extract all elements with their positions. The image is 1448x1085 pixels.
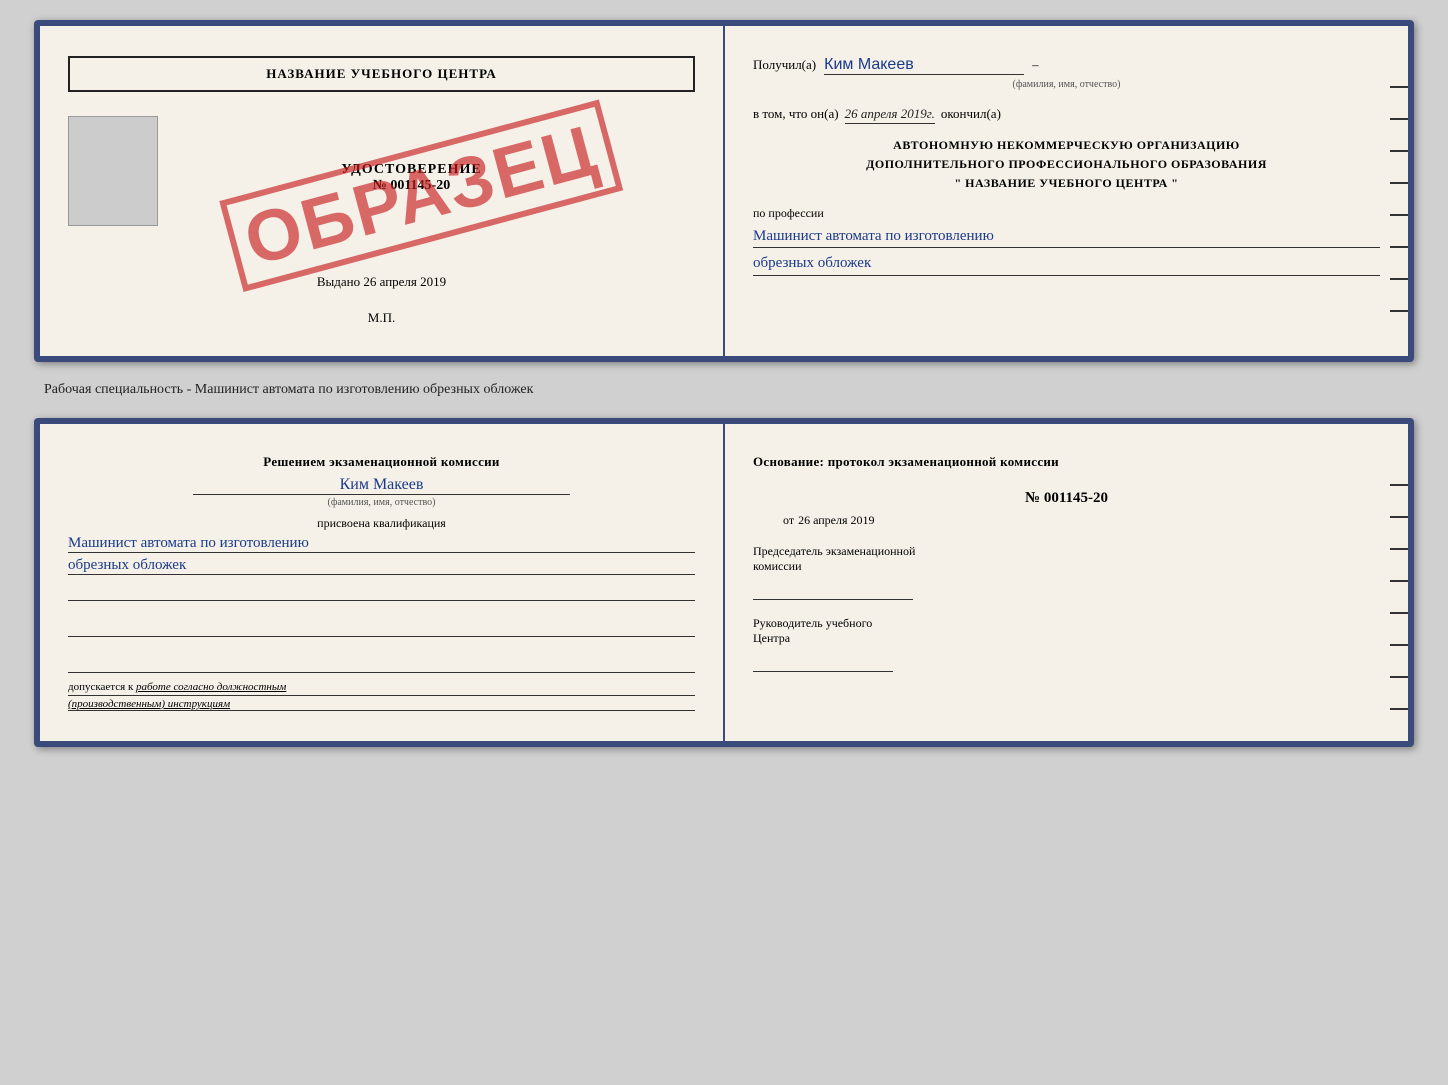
empty-lines	[68, 583, 695, 673]
predsedatel-sign-line	[753, 580, 913, 600]
dopuskaetsya-text: допускается к	[68, 681, 133, 693]
predsedatel-block: Председатель экзаменационной комиссии	[753, 544, 1380, 600]
dash-3	[1390, 150, 1408, 152]
mp-label: М.П.	[368, 310, 395, 325]
empty-line-3	[68, 655, 695, 673]
po-professii-label: по профессии	[753, 206, 1380, 221]
org-line3: " НАЗВАНИЕ УЧЕБНОГО ЦЕНТРА "	[753, 174, 1380, 193]
dash-4	[1390, 182, 1408, 184]
b-dash-7	[1390, 676, 1408, 678]
photo-placeholder	[68, 116, 158, 226]
bottom-spread: Решением экзаменационной комиссии Ким Ма…	[34, 418, 1414, 747]
dash-8	[1390, 310, 1408, 312]
top-left-page: НАЗВАНИЕ УЧЕБНОГО ЦЕНТРА УДОСТОВЕРЕНИЕ №…	[40, 26, 725, 356]
resheniem-block: Решением экзаменационной комиссии	[68, 454, 695, 470]
dash-7	[1390, 278, 1408, 280]
rukovoditel-line2: Центра	[753, 631, 1380, 646]
b-dash-2	[1390, 516, 1408, 518]
b-dash-6	[1390, 644, 1408, 646]
poluchil-label: Получил(а)	[753, 57, 816, 73]
bottom-fio-sub: (фамилия, имя, отчество)	[68, 497, 695, 508]
b-dash-1	[1390, 484, 1408, 486]
profession-line2: обрезных обложек	[753, 252, 1380, 276]
bottom-left-page: Решением экзаменационной комиссии Ким Ма…	[40, 424, 725, 741]
poluchil-name: Ким Макеев	[824, 56, 1024, 75]
org-line2: ДОПОЛНИТЕЛЬНОГО ПРОФЕССИОНАЛЬНОГО ОБРАЗО…	[753, 155, 1380, 174]
rukovoditel-sign-line	[753, 652, 893, 672]
protocol-num: № 001145-20	[753, 490, 1380, 507]
dopuskaetsya-line: допускается к работе согласно должностны…	[68, 681, 695, 696]
resheniem-text: Решением экзаменационной комиссии	[263, 454, 499, 469]
vtom-label: в том, что он(а)	[753, 106, 839, 122]
dash-right: –	[1032, 57, 1039, 73]
rukovoditel-block: Руководитель учебного Центра	[753, 616, 1380, 672]
okonchil-label: окончил(а)	[941, 106, 1001, 122]
bottom-fio-name: Ким Макеев	[193, 476, 569, 495]
ot-date: 26 апреля 2019	[798, 513, 874, 528]
top-right-page: Получил(а) Ким Макеев – (фамилия, имя, о…	[725, 26, 1408, 356]
empty-line-2	[68, 619, 695, 637]
b-dash-5	[1390, 612, 1408, 614]
org-block: АВТОНОМНУЮ НЕКОММЕРЧЕСКУЮ ОРГАНИЗАЦИЮ ДО…	[753, 136, 1380, 194]
udostoverenie-block: УДОСТОВЕРЕНИЕ № 001145-20	[341, 162, 481, 194]
vydano-date: 26 апреля 2019	[363, 274, 446, 289]
school-name-text: НАЗВАНИЕ УЧЕБНОГО ЦЕНТРА	[266, 66, 497, 81]
ot-line: от 26 апреля 2019	[783, 513, 1380, 528]
vydano-label: Выдано	[317, 274, 360, 289]
profession-line1: Машинист автомата по изготовлению	[753, 225, 1380, 249]
ot-label: от	[783, 513, 794, 528]
qualification-line1: Машинист автомата по изготовлению	[68, 535, 695, 553]
vtom-line: в том, что он(а) 26 апреля 2019г. окончи…	[753, 106, 1380, 124]
osnovanie-block: Основание: протокол экзаменационной коми…	[753, 454, 1380, 470]
specialty-label: Рабочая специальность - Машинист автомат…	[34, 380, 1414, 400]
vtom-date: 26 апреля 2019г.	[845, 106, 935, 124]
empty-line-1	[68, 583, 695, 601]
dash-6	[1390, 246, 1408, 248]
predsedatel-line1: Председатель экзаменационной	[753, 544, 1380, 559]
osnovanie-label: Основание: протокол экзаменационной коми…	[753, 454, 1059, 469]
b-dash-4	[1390, 580, 1408, 582]
prisvoena-label: присвоена квалификация	[68, 516, 695, 531]
udostoverenie-num: № 001145-20	[341, 178, 481, 194]
predsedatel-line2: комиссии	[753, 559, 1380, 574]
dopuskaetsya-italic: работе согласно должностным	[136, 681, 286, 693]
top-spread: НАЗВАНИЕ УЧЕБНОГО ЦЕНТРА УДОСТОВЕРЕНИЕ №…	[34, 20, 1414, 362]
vydano-line: Выдано 26 апреля 2019	[317, 274, 446, 290]
rukovoditel-line1: Руководитель учебного	[753, 616, 1380, 631]
fio-subtitle: (фамилия, имя, отчество)	[753, 79, 1380, 90]
b-dash-8	[1390, 708, 1408, 710]
side-dashes	[1390, 86, 1408, 312]
dash-1	[1390, 86, 1408, 88]
bottom-side-dashes	[1390, 484, 1408, 710]
udostoverenie-title: УДОСТОВЕРЕНИЕ	[341, 162, 481, 178]
school-name-box: НАЗВАНИЕ УЧЕБНОГО ЦЕНТРА	[68, 56, 695, 92]
dopuskaetsya-line2: (производственным) инструкциям	[68, 698, 695, 711]
dash-5	[1390, 214, 1408, 216]
org-line1: АВТОНОМНУЮ НЕКОММЕРЧЕСКУЮ ОРГАНИЗАЦИЮ	[753, 136, 1380, 155]
obrazets-stamp: ОБРАЗЕЦ	[219, 99, 623, 292]
poluchil-line: Получил(а) Ким Макеев –	[753, 56, 1380, 75]
b-dash-3	[1390, 548, 1408, 550]
dash-2	[1390, 118, 1408, 120]
bottom-right-page: Основание: протокол экзаменационной коми…	[725, 424, 1408, 741]
qualification-line2: обрезных обложек	[68, 557, 695, 575]
mp-line: М.П.	[368, 310, 395, 326]
